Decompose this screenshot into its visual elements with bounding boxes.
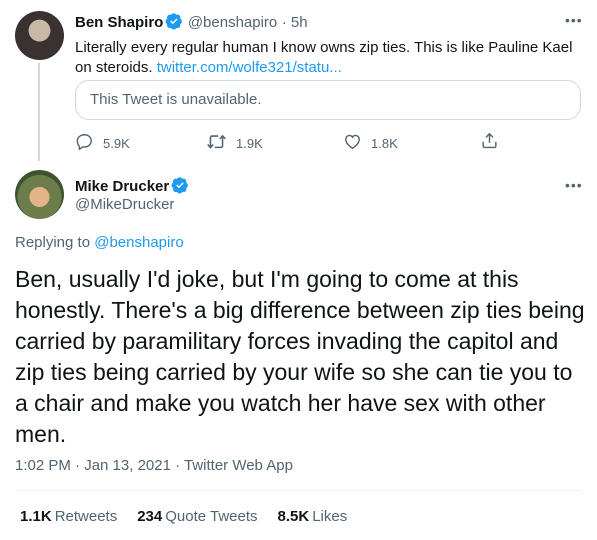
thread-connector-line — [38, 63, 40, 161]
quotes-count: 234 — [137, 508, 163, 525]
avatar-mike-drucker[interactable] — [15, 170, 64, 219]
engagement-stats: 1.1K Retweets 234 Quote Tweets 8.5K Likes — [20, 508, 347, 525]
reply-count: 5.9K — [103, 135, 130, 151]
parent-tweet-text: Literally every regular human I know own… — [75, 38, 587, 78]
heart-icon — [343, 132, 362, 154]
replying-to-label: Replying to — [15, 234, 91, 251]
reply-action[interactable]: 5.9K — [75, 132, 130, 154]
retweet-action[interactable]: 1.9K — [206, 132, 263, 154]
likes-label: Likes — [312, 508, 348, 525]
retweets-count: 1.1K — [20, 508, 52, 525]
author-handle[interactable]: @benshapiro — [188, 14, 277, 31]
avatar-ben-shapiro[interactable] — [15, 11, 64, 60]
tweet-link[interactable]: twitter.com/wolfe321/statu... — [157, 59, 342, 76]
quote-tweets-stat[interactable]: 234 Quote Tweets — [137, 508, 257, 525]
like-action[interactable]: 1.8K — [343, 132, 398, 154]
ellipsis-icon[interactable]: ••• — [565, 12, 583, 28]
reply-icon — [75, 132, 94, 154]
likes-count: 8.5K — [277, 508, 310, 525]
divider — [15, 490, 582, 491]
replying-to-handle[interactable]: @benshapiro — [94, 234, 183, 251]
parent-tweet-header: Ben Shapiro @benshapiro · 5h — [75, 12, 308, 35]
ellipsis-icon[interactable]: ••• — [565, 177, 583, 193]
quotes-label: Quote Tweets — [165, 508, 258, 525]
retweets-label: Retweets — [54, 508, 118, 525]
retweet-count: 1.9K — [236, 135, 263, 151]
tweet-timestamp-source[interactable]: 1:02 PM · Jan 13, 2021 · Twitter Web App — [15, 457, 293, 474]
author-handle[interactable]: @MikeDrucker — [75, 196, 174, 213]
replying-to: Replying to @benshapiro — [15, 234, 184, 251]
author-name[interactable]: Mike Drucker — [75, 178, 169, 195]
author-name[interactable]: Ben Shapiro — [75, 14, 163, 31]
tweet-time[interactable]: · 5h — [282, 14, 308, 31]
retweet-icon — [206, 132, 227, 154]
main-tweet-text: Ben, usually I'd joke, but I'm going to … — [15, 266, 585, 447]
verified-badge-icon — [165, 12, 183, 35]
quoted-tweet-unavailable-text: This Tweet is unavailable. — [90, 91, 262, 108]
share-action[interactable] — [480, 131, 499, 153]
retweets-stat[interactable]: 1.1K Retweets — [20, 508, 117, 525]
share-icon — [480, 131, 499, 153]
likes-stat[interactable]: 8.5K Likes — [278, 508, 348, 525]
like-count: 1.8K — [371, 135, 398, 151]
